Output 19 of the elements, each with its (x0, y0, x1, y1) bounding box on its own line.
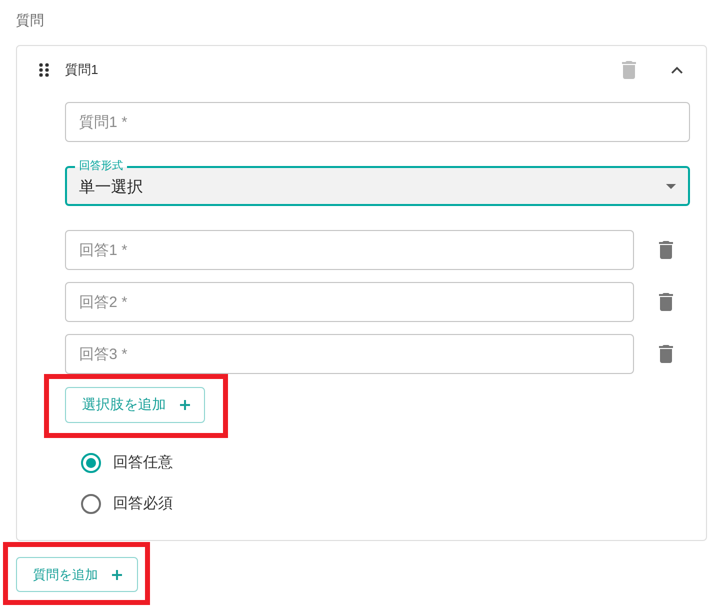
radio-option[interactable]: 回答必須 (65, 483, 173, 524)
question-title: 質問1 (65, 61, 98, 79)
answer-input[interactable]: 回答3 * (65, 334, 634, 374)
radio-option[interactable]: 回答任意 (65, 442, 173, 483)
answer-input[interactable]: 回答1 * (65, 230, 634, 270)
chevron-up-icon[interactable] (671, 66, 683, 74)
drag-handle-icon[interactable] (39, 63, 49, 77)
dropdown-arrow-icon (666, 184, 676, 188)
field-label: 回答形式 (75, 160, 127, 172)
plus-icon (180, 400, 190, 410)
answer-format-select[interactable]: 回答形式 単一選択 (65, 160, 690, 206)
selected-value: 単一選択 (79, 178, 143, 198)
question-input[interactable]: 質問1 * (65, 102, 690, 142)
plus-icon (112, 570, 122, 580)
answer-input[interactable]: 回答2 * (65, 282, 634, 322)
trash-icon[interactable] (659, 345, 673, 363)
trash-icon[interactable] (659, 241, 673, 259)
section-title: 質問 (16, 11, 44, 30)
trash-icon[interactable] (659, 293, 673, 311)
